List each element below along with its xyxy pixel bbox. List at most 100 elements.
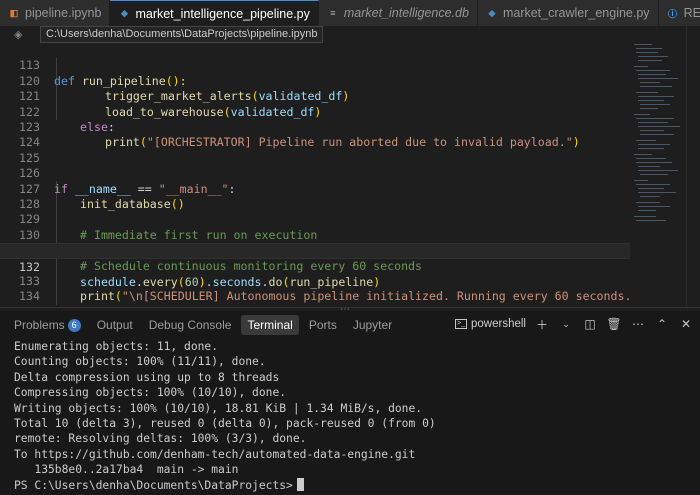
tab-label: market_intelligence.db xyxy=(343,6,469,20)
editor-scrollbar[interactable] xyxy=(686,26,700,307)
terminal-output[interactable]: Enumerating objects: 11, done. Counting … xyxy=(14,339,694,493)
minimap-line xyxy=(638,170,678,171)
tab-terminal[interactable]: Terminal xyxy=(241,315,299,335)
code-line: 126 if __name__ == "__main__": xyxy=(0,151,630,195)
minimap-line xyxy=(636,184,670,185)
minimap-line xyxy=(638,78,678,79)
tab-label: Debug Console xyxy=(148,318,232,332)
minimap-line xyxy=(638,96,674,97)
code-line: 113 def run_pipeline(): xyxy=(0,43,630,87)
minimap-line xyxy=(636,70,670,71)
terminal-line: Writing objects: 100% (10/10), 18.81 KiB… xyxy=(14,401,423,415)
tab-label: Jupyter xyxy=(352,318,393,332)
notebook-icon: ◧ xyxy=(9,7,19,18)
panel-actions: >_ powershell ＋ ⌄ ◫ 🗑 ⋯ ⌃ ✕ xyxy=(455,316,694,332)
minimap-line xyxy=(638,192,676,193)
minimap-line xyxy=(634,44,652,45)
minimap-line xyxy=(640,82,660,83)
minimap-line xyxy=(636,162,672,163)
minimap-line xyxy=(636,140,656,141)
code-line: 123 print("[ORCHESTRATOR] Pipeline run a… xyxy=(0,105,630,149)
tab-label: Problems xyxy=(14,318,65,332)
minimap-line xyxy=(636,48,662,49)
terminal-shell-selector[interactable]: >_ powershell xyxy=(455,318,526,330)
minimap-line xyxy=(636,52,658,53)
shell-label: powershell xyxy=(471,318,526,330)
file-path-tooltip: C:\Users\denha\Documents\DataProjects\pi… xyxy=(40,26,324,43)
maximize-panel-icon[interactable]: ⌃ xyxy=(654,316,670,332)
code-line: 129 # Immediate first run on execution xyxy=(0,197,630,241)
split-terminal-icon[interactable]: ◫ xyxy=(582,316,598,332)
code-line: 131 # Schedule continuous monitoring eve… xyxy=(0,228,630,272)
code-line: 130 run_pipeline() xyxy=(0,212,630,257)
minimap-line xyxy=(638,126,680,127)
minimap-line xyxy=(636,118,674,119)
minimap-line xyxy=(636,158,666,159)
tab-pipeline-ipynb[interactable]: ◧ pipeline.ipynb xyxy=(0,0,111,26)
database-icon: ≡ xyxy=(330,8,336,18)
terminal-line: Enumerating objects: 11, done. xyxy=(14,340,219,353)
tab-label: REA xyxy=(683,6,700,20)
minimap-line xyxy=(640,104,670,105)
minimap-line xyxy=(640,196,660,197)
minimap-line xyxy=(634,114,650,115)
terminal-line: To https://github.com/denham-tech/automa… xyxy=(14,447,416,461)
minimap-line xyxy=(638,188,664,189)
tab-market-crawler-engine[interactable]: ◆ market_crawler_engine.py xyxy=(477,0,659,26)
trash-icon[interactable]: 🗑 xyxy=(606,316,622,332)
terminal-line: 135b8e0..2a17ba4 main -> main xyxy=(14,463,239,477)
code-line: 122 else: xyxy=(0,89,630,134)
tab-label: Ports xyxy=(308,318,337,332)
tab-market-intelligence-pipeline[interactable]: ◆ market_intelligence_pipeline.py xyxy=(110,0,319,26)
minimap-line xyxy=(640,130,664,131)
tab-readme[interactable]: ⓘ REA xyxy=(658,0,700,26)
minimap[interactable] xyxy=(630,26,686,307)
minimap-line xyxy=(640,174,668,175)
minimap-line xyxy=(638,210,656,211)
minimap-line xyxy=(634,154,652,155)
python-icon: ◆ xyxy=(120,8,128,18)
tab-label: pipeline.ipynb xyxy=(25,6,102,20)
minimap-line xyxy=(640,134,674,135)
tab-market-intelligence-db[interactable]: ≡ market_intelligence.db xyxy=(318,0,478,26)
code-editor[interactable]: 113 def run_pipeline(): 120 trigger_mark… xyxy=(0,43,630,307)
tab-jupyter[interactable]: Jupyter xyxy=(347,315,398,335)
tab-ports[interactable]: Ports xyxy=(303,315,343,335)
minimap-line xyxy=(636,220,666,221)
minimap-line xyxy=(638,100,664,101)
code-line: 133 print("\n[SCHEDULER] Autonomous pipe… xyxy=(0,259,630,303)
tab-problems[interactable]: Problems 6 xyxy=(8,315,87,335)
tab-label: Output xyxy=(96,318,133,332)
minimap-line xyxy=(640,86,672,87)
code-line: 127 init_database() xyxy=(0,166,630,211)
minimap-line xyxy=(638,148,664,149)
minimap-line xyxy=(638,166,660,167)
code-line-current: 132 schedule.every(60).seconds.do(run_pi… xyxy=(0,243,630,289)
code-line: 124 xyxy=(0,120,630,149)
string-literal: "\n[SCHEDULER] Autonomous pipeline initi… xyxy=(121,289,630,304)
minimap-line xyxy=(634,180,648,181)
close-icon[interactable]: ✕ xyxy=(678,316,694,332)
breadcrumb-ellipsis[interactable]: ◈ xyxy=(14,28,22,41)
minimap-line xyxy=(638,60,662,61)
terminal-line: Counting objects: 100% (11/11), done. xyxy=(14,355,266,369)
tab-label: market_crawler_engine.py xyxy=(502,6,650,20)
minimap-line xyxy=(634,66,648,67)
code-line: 134 xyxy=(0,274,630,303)
chevron-down-icon[interactable]: ⌄ xyxy=(558,316,574,332)
tab-label: Terminal xyxy=(247,318,293,332)
code-line: 121 load_to_warehouse(validated_df) xyxy=(0,74,630,118)
minimap-line xyxy=(638,206,670,207)
problems-count-badge: 6 xyxy=(67,318,81,332)
tab-label: market_intelligence_pipeline.py xyxy=(135,6,310,21)
tab-output[interactable]: Output xyxy=(91,315,139,335)
terminal-line: remote: Resolving deltas: 100% (3/3), do… xyxy=(14,432,307,446)
tab-debug-console[interactable]: Debug Console xyxy=(143,315,238,335)
terminal-prompt-line[interactable]: PS C:\Users\denha\Documents\DataProjects… xyxy=(14,477,694,493)
terminal-icon: >_ xyxy=(455,319,468,329)
function-call: print xyxy=(80,289,115,304)
more-actions-icon[interactable]: ⋯ xyxy=(630,316,646,332)
code-line: 125 xyxy=(0,135,630,165)
new-terminal-icon[interactable]: ＋ xyxy=(534,316,550,332)
terminal-line: Delta compression using up to 8 threads xyxy=(14,370,280,384)
